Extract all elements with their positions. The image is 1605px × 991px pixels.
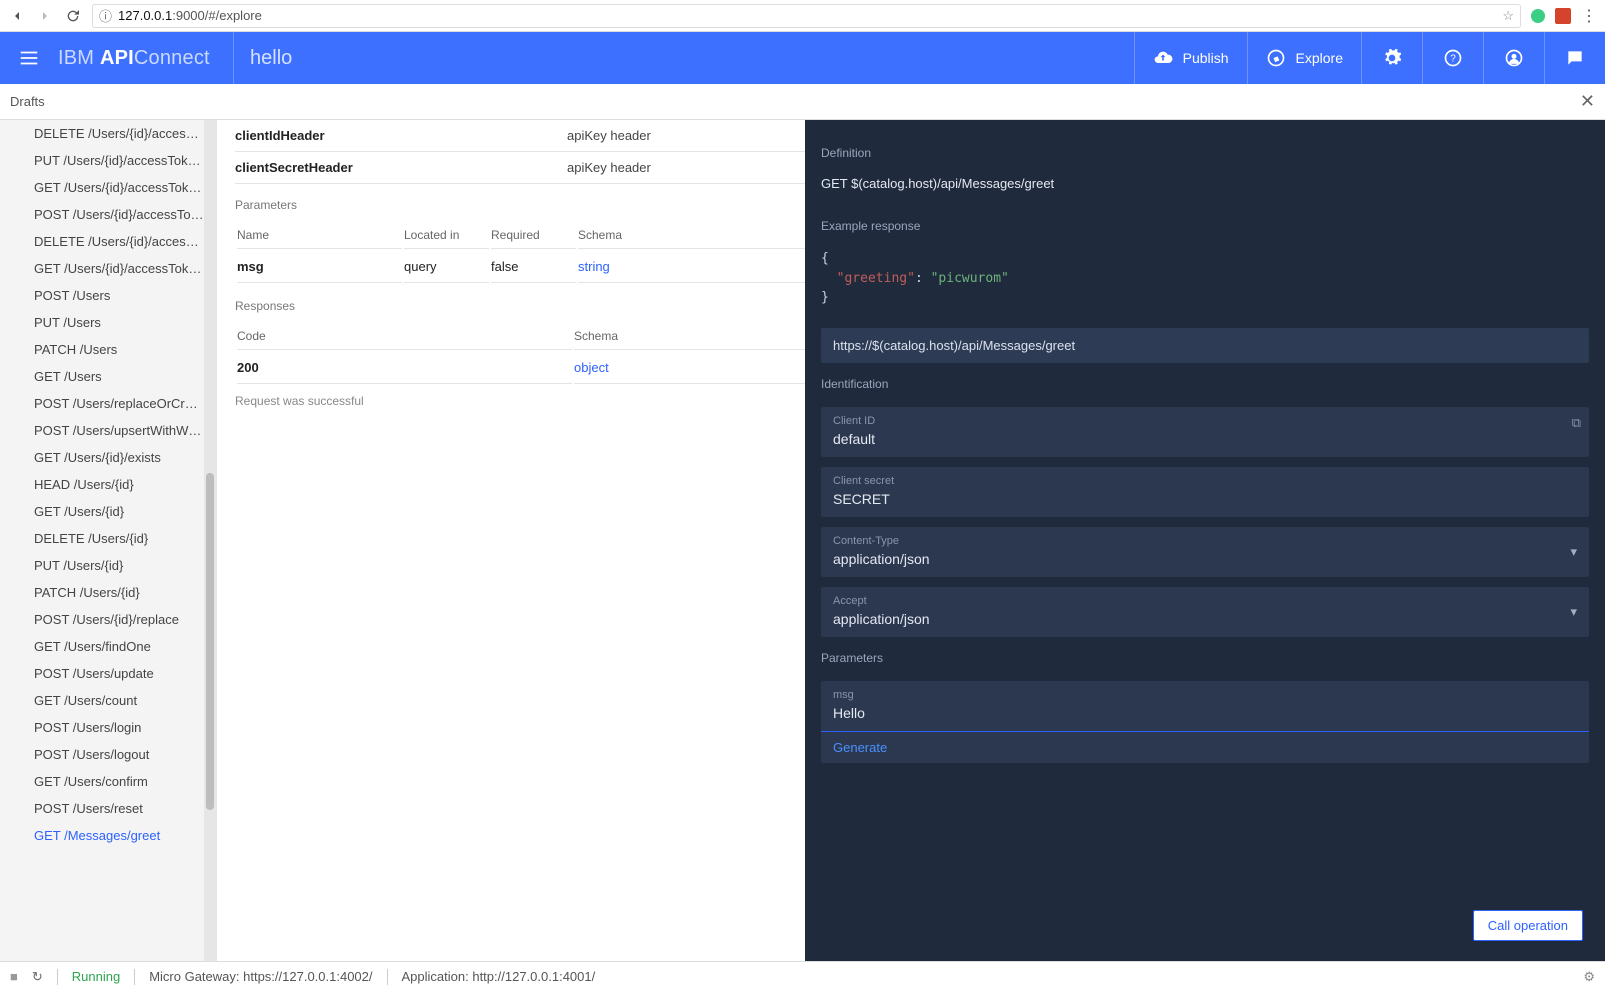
reload-icon[interactable]	[64, 7, 82, 25]
example-label: Example response	[821, 219, 1589, 233]
right-parameters-label: Parameters	[821, 651, 1589, 665]
sidebar-item[interactable]: POST /Users/logout	[4, 741, 216, 768]
definition-label: Definition	[821, 146, 1589, 160]
generate-link[interactable]: Generate	[821, 732, 899, 763]
back-icon[interactable]	[8, 7, 26, 25]
sidebar-item[interactable]: POST /Users/{id}/replace	[4, 606, 216, 633]
forward-icon[interactable]	[36, 7, 54, 25]
app-header: IBM API Connect hello Publish Explore ?	[0, 32, 1605, 84]
kebab-icon[interactable]: ⋮	[1581, 6, 1597, 26]
security-row: clientIdHeader apiKey header	[235, 120, 805, 152]
sidebar-item[interactable]: DELETE /Users/{id}	[4, 525, 216, 552]
footer-bar: ■ ↻ Running Micro Gateway: https://127.0…	[0, 961, 1605, 991]
schema-link[interactable]: object	[574, 360, 609, 375]
sidebar-item[interactable]: PUT /Users/{id}	[4, 552, 216, 579]
hamburger-icon[interactable]	[0, 47, 58, 69]
help-icon[interactable]: ?	[1422, 32, 1483, 84]
sidebar-item[interactable]: HEAD /Users/{id}	[4, 471, 216, 498]
browser-chrome: ⓘ 127.0.0.1:9000/#/explore ☆ ⋮	[0, 0, 1605, 32]
extension-badge-icon[interactable]	[1555, 8, 1571, 24]
main-panes: DELETE /Users/{id}/accessT...PUT /Users/…	[0, 120, 1605, 961]
security-row: clientSecretHeader apiKey header	[235, 152, 805, 184]
brand-title: IBM API Connect	[58, 32, 234, 84]
footer-gear-icon[interactable]: ⚙	[1583, 969, 1595, 985]
sidebar-item[interactable]: GET /Users/count	[4, 687, 216, 714]
sidebar-item[interactable]: POST /Users/upsertWithWhe...	[4, 417, 216, 444]
sidebar-item[interactable]: POST /Users/update	[4, 660, 216, 687]
msg-field-wrap: msg Generate	[821, 681, 1589, 763]
client-id-field[interactable]: Client ID default ⧉	[821, 407, 1589, 457]
sidebar-item[interactable]: GET /Users/{id}/exists	[4, 444, 216, 471]
sidebar-item[interactable]: DELETE /Users/{id}/accessT...	[4, 120, 216, 147]
address-bar[interactable]: ⓘ 127.0.0.1:9000/#/explore ☆	[92, 4, 1521, 28]
star-icon[interactable]: ☆	[1502, 8, 1514, 24]
account-icon[interactable]	[1483, 32, 1544, 84]
svg-text:?: ?	[1450, 53, 1456, 64]
parameters-table: Name Located in Required Schema msg quer…	[235, 220, 805, 285]
close-icon[interactable]: ✕	[1580, 91, 1595, 112]
url-box: https://$(catalog.host)/api/Messages/gre…	[821, 328, 1589, 363]
sidebar-item[interactable]: POST /Users/replaceOrCreate	[4, 390, 216, 417]
extension-dot-icon[interactable]	[1531, 9, 1545, 23]
sidebar-item[interactable]: PUT /Users/{id}/accessToken...	[4, 147, 216, 174]
sidebar-item[interactable]: GET /Messages/greet	[4, 822, 216, 849]
example-code: { "greeting": "picwurom" }	[821, 249, 1589, 308]
chevron-down-icon: ▾	[1558, 544, 1589, 560]
sidebar-item[interactable]: PATCH /Users/{id}	[4, 579, 216, 606]
response-desc: Request was successful	[235, 386, 805, 408]
content-type-field[interactable]: Content-Type application/json ▾	[821, 527, 1589, 577]
middle-panel: clientIdHeader apiKey header clientSecre…	[216, 120, 805, 961]
url-rest: :9000/#/explore	[172, 8, 262, 23]
sidebar: DELETE /Users/{id}/accessT...PUT /Users/…	[0, 120, 216, 961]
tab-drafts[interactable]: Drafts	[10, 94, 45, 109]
status-running: Running	[72, 969, 120, 984]
sidebar-item[interactable]: GET /Users	[4, 363, 216, 390]
micro-gateway-label: Micro Gateway: https://127.0.0.1:4002/	[149, 969, 372, 984]
sidebar-item[interactable]: GET /Users/{id}/accessTokens	[4, 174, 216, 201]
responses-table: Code Schema 200 object	[235, 321, 805, 386]
parameters-label: Parameters	[235, 184, 805, 220]
identification-label: Identification	[821, 377, 1589, 391]
sidebar-item[interactable]: PATCH /Users	[4, 336, 216, 363]
page-title: hello	[234, 47, 308, 70]
chevron-down-icon: ▾	[1558, 604, 1589, 620]
sidebar-item[interactable]: POST /Users	[4, 282, 216, 309]
responses-label: Responses	[235, 285, 805, 321]
sidebar-scrollbar[interactable]	[204, 120, 216, 961]
refresh-icon[interactable]: ↻	[32, 969, 43, 985]
url-host: 127.0.0.1	[118, 8, 172, 23]
settings-icon[interactable]	[1361, 32, 1422, 84]
sidebar-item[interactable]: GET /Users/findOne	[4, 633, 216, 660]
tabs-row: Drafts ✕	[0, 84, 1605, 120]
sidebar-item[interactable]: GET /Users/{id}	[4, 498, 216, 525]
definition-text: GET $(catalog.host)/api/Messages/greet	[821, 176, 1589, 191]
right-panel: Definition GET $(catalog.host)/api/Messa…	[805, 120, 1605, 961]
msg-input[interactable]	[833, 705, 1577, 721]
chat-icon[interactable]	[1544, 32, 1605, 84]
sidebar-item[interactable]: POST /Users/{id}/accessTok...	[4, 201, 216, 228]
stop-icon[interactable]: ■	[10, 969, 18, 984]
sidebar-item[interactable]: GET /Users/{id}/accessToken...	[4, 255, 216, 282]
schema-link[interactable]: string	[578, 259, 610, 274]
call-operation-button[interactable]: Call operation	[1473, 910, 1583, 941]
client-secret-field[interactable]: Client secret SECRET	[821, 467, 1589, 517]
application-label: Application: http://127.0.0.1:4001/	[402, 969, 596, 984]
sidebar-item[interactable]: DELETE /Users/{id}/accessT...	[4, 228, 216, 255]
publish-button[interactable]: Publish	[1134, 32, 1247, 84]
sidebar-item[interactable]: PUT /Users	[4, 309, 216, 336]
sidebar-item[interactable]: POST /Users/login	[4, 714, 216, 741]
explore-button[interactable]: Explore	[1247, 32, 1361, 84]
sidebar-item[interactable]: POST /Users/reset	[4, 795, 216, 822]
accept-field[interactable]: Accept application/json ▾	[821, 587, 1589, 637]
sidebar-item[interactable]: GET /Users/confirm	[4, 768, 216, 795]
copy-icon[interactable]: ⧉	[1572, 415, 1581, 431]
